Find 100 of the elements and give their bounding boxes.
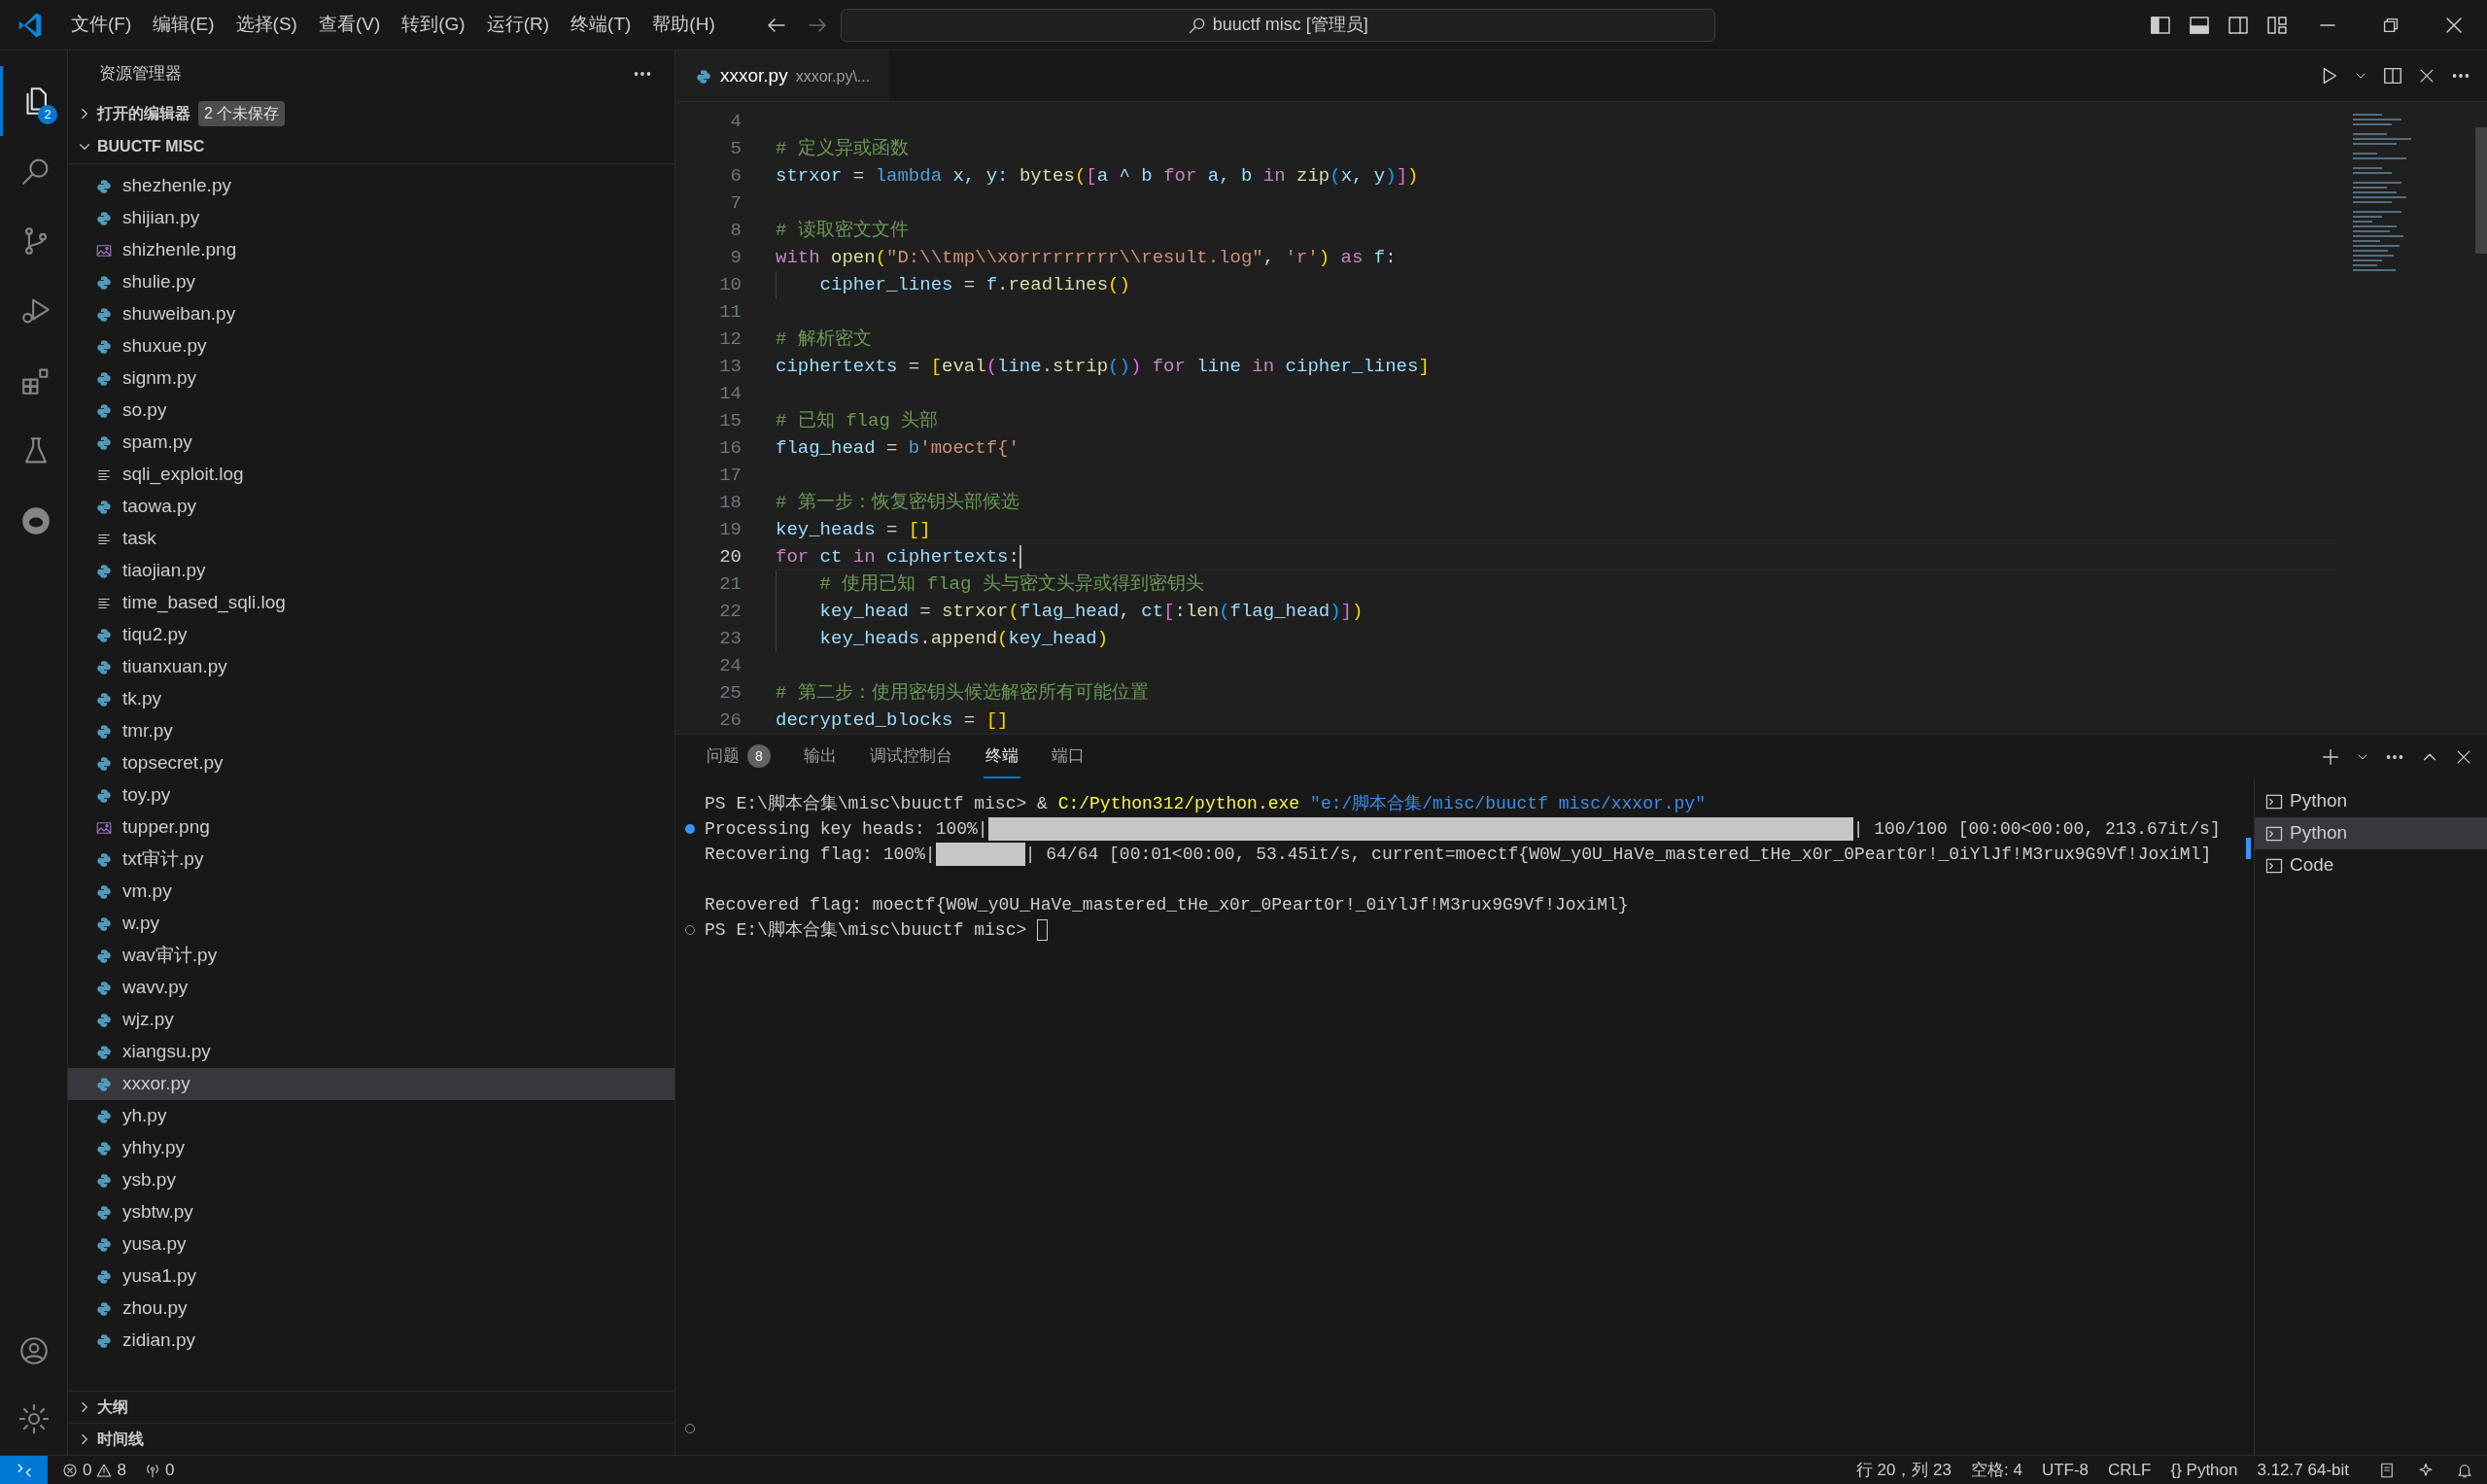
file-item[interactable]: tupper.png: [68, 811, 674, 844]
file-item[interactable]: xiangsu.py: [68, 1036, 674, 1068]
status-item[interactable]: CRLF: [2098, 1457, 2161, 1483]
sparkle-icon[interactable]: [2417, 1461, 2435, 1479]
file-item[interactable]: shizhenle.png: [68, 234, 674, 266]
file-item[interactable]: w.py: [68, 908, 674, 940]
file-item[interactable]: ysbtw.py: [68, 1196, 674, 1228]
terminal-instance[interactable]: Python: [2255, 785, 2487, 817]
error-icon: [61, 1461, 79, 1479]
menu-item[interactable]: 运行(R): [475, 7, 561, 43]
code-line: flag_head = b'moectf{': [776, 436, 1019, 461]
file-item[interactable]: yhhy.py: [68, 1132, 674, 1164]
file-item[interactable]: shijian.py: [68, 202, 674, 234]
command-search-field[interactable]: buuctf misc [管理员]: [840, 8, 1715, 42]
file-item[interactable]: vm.py: [68, 876, 674, 908]
file-item[interactable]: xxxor.py: [68, 1068, 674, 1100]
file-item[interactable]: tk.py: [68, 683, 674, 715]
count-badge: 8: [747, 744, 771, 768]
problems-status[interactable]: 0 8: [48, 1457, 126, 1483]
account-icon[interactable]: [17, 1334, 51, 1367]
section-header[interactable]: BUUCTF MISC: [68, 130, 674, 163]
panel-tab[interactable]: 调试控制台: [868, 736, 954, 778]
terminal-instance[interactable]: Python: [2255, 817, 2487, 849]
file-item[interactable]: shezhenle.py: [68, 170, 674, 202]
python-file-icon: [95, 1331, 113, 1350]
menu-item[interactable]: 查看(V): [307, 7, 392, 43]
file-item[interactable]: shulie.py: [68, 266, 674, 298]
terminal-line: Processing key heads: 100%|: [705, 817, 988, 841]
python-file-icon: [95, 1299, 113, 1318]
scrollbar-thumb[interactable]: [2475, 127, 2487, 254]
python-file-icon: [95, 305, 113, 324]
file-item[interactable]: yh.py: [68, 1100, 674, 1132]
file-item[interactable]: zhou.py: [68, 1293, 674, 1325]
file-item[interactable]: toy.py: [68, 779, 674, 811]
status-item[interactable]: 行 20，列 23: [1846, 1457, 1961, 1483]
section-header[interactable]: 大纲: [68, 1391, 674, 1423]
code-line: key_head = strxor(flag_head, ct[:len(flag_head)]): [818, 600, 1364, 624]
file-item[interactable]: txt审计.py: [68, 844, 674, 876]
file-item[interactable]: tiaojian.py: [68, 555, 674, 587]
file-item[interactable]: tiuanxuan.py: [68, 651, 674, 683]
menu-item[interactable]: 帮助(H): [641, 7, 726, 43]
python-file-icon: [95, 1267, 113, 1286]
line-number: 14: [718, 382, 742, 406]
file-item[interactable]: shuxue.py: [68, 330, 674, 362]
file-item[interactable]: tmr.py: [68, 715, 674, 747]
menu-item[interactable]: 选择(S): [225, 7, 308, 43]
python-file-icon: [95, 754, 113, 773]
python-file-icon: [95, 915, 113, 933]
file-item[interactable]: tiqu2.py: [68, 619, 674, 651]
status-item[interactable]: 空格: 4: [1961, 1457, 2032, 1483]
status-item[interactable]: 3.12.7 64-bit: [2247, 1457, 2359, 1483]
line-number: 19: [718, 518, 742, 542]
line-number: 22: [718, 600, 742, 624]
code-comment: # 第一步：恢复密钥头部候选: [776, 491, 1019, 515]
line-number: 25: [718, 681, 742, 706]
menu-item[interactable]: 终端(T): [560, 7, 642, 43]
python-file-icon: [95, 1075, 113, 1093]
file-item[interactable]: signm.py: [68, 362, 674, 395]
file-item[interactable]: ysb.py: [68, 1164, 674, 1196]
panel-tab[interactable]: 问题 8: [705, 736, 773, 778]
file-item[interactable]: topsecret.py: [68, 747, 674, 779]
file-item[interactable]: wavv.py: [68, 972, 674, 1004]
python-file-icon: [95, 433, 113, 452]
scrollbar-thumb[interactable]: [2246, 838, 2251, 859]
file-item[interactable]: task: [68, 523, 674, 555]
file-item[interactable]: yusa1.py: [68, 1260, 674, 1293]
file-item[interactable]: wjz.py: [68, 1004, 674, 1036]
file-item[interactable]: yusa.py: [68, 1228, 674, 1260]
status-item[interactable]: UTF-8: [2031, 1457, 2099, 1483]
file-item[interactable]: spam.py: [68, 427, 674, 459]
ports-status[interactable]: 0: [125, 1457, 175, 1483]
panel-tab[interactable]: 终端: [984, 736, 1020, 778]
file-item[interactable]: wav审计.py: [68, 940, 674, 972]
split-editor-icon[interactable]: [2382, 65, 2403, 86]
terminal-instance[interactable]: Code: [2255, 849, 2487, 881]
notification-badge: 2: [38, 105, 57, 124]
editor-tab[interactable]: xxxor.py xxxor.py\...: [675, 51, 890, 101]
file-item[interactable]: time_based_sqli.log: [68, 587, 674, 619]
python-file-icon: [95, 1171, 113, 1190]
document-icon[interactable]: [2378, 1461, 2396, 1479]
file-item[interactable]: sqli_exploit.log: [68, 459, 674, 491]
menu-item[interactable]: 文件(F): [60, 7, 143, 43]
file-item[interactable]: so.py: [68, 395, 674, 427]
python-file-icon: [95, 562, 113, 580]
plus-icon[interactable]: [2320, 746, 2341, 768]
settings-icon[interactable]: [17, 1402, 51, 1435]
python-file-icon: [95, 1107, 113, 1125]
python-file-icon: [95, 1043, 113, 1061]
status-item[interactable]: {} Python: [2160, 1457, 2248, 1483]
panel-tab[interactable]: 端口: [1050, 736, 1087, 778]
file-item[interactable]: shuweiban.py: [68, 298, 674, 330]
file-item[interactable]: zidian.py: [68, 1325, 674, 1357]
code-line: strxor = lambda x, y: bytes([a ^ b for a, b in zip(x, y)]): [776, 164, 1419, 189]
file-item[interactable]: taowa.py: [68, 491, 674, 523]
menu-item[interactable]: 编辑(E): [142, 7, 225, 43]
panel-tab[interactable]: 输出: [802, 736, 839, 778]
section-header[interactable]: 打开的编辑器: [68, 97, 190, 130]
python-file-icon: [95, 1139, 113, 1157]
menu-item[interactable]: 转到(G): [391, 7, 476, 43]
python-file-icon: [95, 947, 113, 965]
